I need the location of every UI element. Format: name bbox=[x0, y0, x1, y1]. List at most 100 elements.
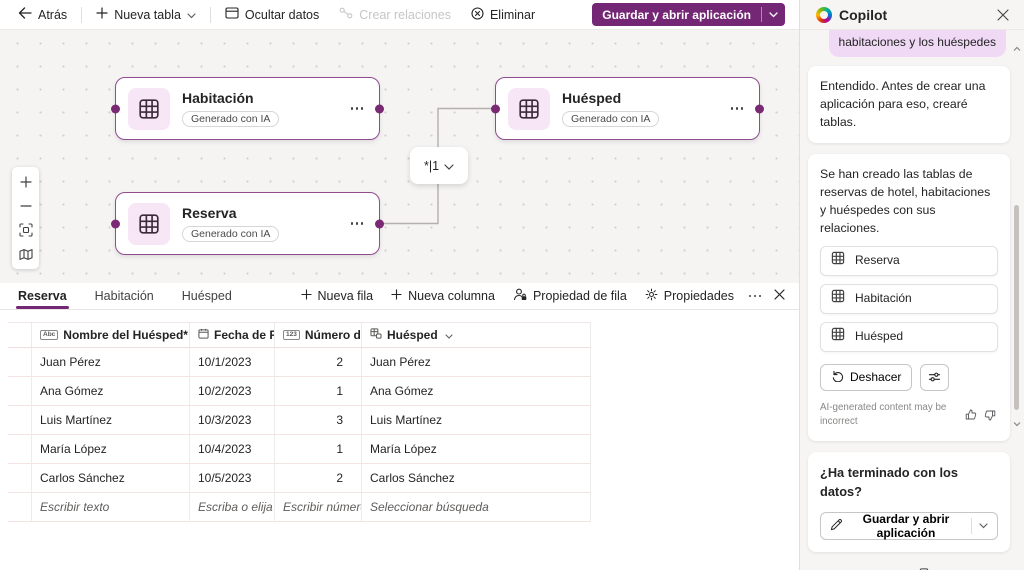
adjust-sliders-button[interactable] bbox=[920, 364, 949, 391]
column-header-fecha[interactable]: Fecha de Re... bbox=[190, 322, 275, 348]
thumbs-down-icon[interactable] bbox=[983, 406, 998, 424]
copilot-close-button[interactable] bbox=[992, 4, 1014, 26]
gear-icon bbox=[645, 288, 658, 304]
new-entry-cell[interactable]: Seleccionar búsqueda bbox=[362, 493, 591, 522]
entity-title: Reserva bbox=[182, 205, 279, 222]
ellipsis-icon bbox=[749, 295, 762, 298]
grid-cell[interactable]: 3 bbox=[275, 406, 362, 435]
new-entry-cell[interactable]: Escribir texto bbox=[32, 493, 190, 522]
new-row-button[interactable]: Nueva fila bbox=[292, 284, 383, 308]
copilot-save-open-app-button[interactable]: Guardar y abrir aplicación bbox=[820, 512, 998, 540]
grid-cell[interactable]: 10/3/2023 bbox=[190, 406, 275, 435]
table-grid-icon bbox=[831, 251, 845, 270]
tab-habitacion[interactable]: Habitación bbox=[85, 283, 164, 309]
zoom-in-button[interactable] bbox=[13, 170, 38, 194]
grid-cell[interactable]: Juan Pérez bbox=[362, 348, 591, 377]
entity-more-button[interactable] bbox=[347, 103, 368, 114]
number-type-icon: 123 bbox=[283, 330, 300, 341]
grid-cell[interactable]: María López bbox=[32, 435, 190, 464]
entity-card-reserva[interactable]: Reserva Generado con IA bbox=[115, 192, 380, 255]
row-selector[interactable] bbox=[8, 348, 32, 377]
table-chip-label: Huésped bbox=[855, 328, 903, 345]
ai-generated-badge: Generado con IA bbox=[562, 111, 659, 127]
user-message-bubble: habitaciones y los huéspedes bbox=[829, 30, 1006, 57]
entity-more-button[interactable] bbox=[727, 103, 748, 114]
connection-port-icon[interactable] bbox=[375, 104, 384, 113]
entity-more-button[interactable] bbox=[347, 218, 368, 229]
connection-port-icon[interactable] bbox=[111, 219, 120, 228]
chevron-down-icon bbox=[445, 328, 453, 342]
grid-cell[interactable]: Carlos Sánchez bbox=[32, 464, 190, 493]
grid-cell[interactable]: 10/5/2023 bbox=[190, 464, 275, 493]
create-relationships-button[interactable]: Crear relaciones bbox=[329, 3, 461, 27]
table-chip-reserva[interactable]: Reserva bbox=[820, 246, 998, 276]
fit-view-button[interactable] bbox=[13, 218, 38, 242]
save-open-app-dropdown[interactable] bbox=[762, 3, 785, 26]
connection-port-icon[interactable] bbox=[755, 104, 764, 113]
new-column-button[interactable]: Nueva columna bbox=[382, 284, 504, 308]
assistant-message-text: Se han creado las tablas de reservas de … bbox=[820, 166, 998, 237]
main-area: Atrás Nueva tabla Ocultar datos Crear re… bbox=[0, 0, 800, 570]
plus-icon bbox=[96, 7, 108, 22]
row-selector[interactable] bbox=[8, 377, 32, 406]
scrollbar-thumb[interactable] bbox=[1014, 205, 1019, 410]
calendar-type-icon bbox=[198, 328, 209, 342]
new-entry-cell[interactable]: Escriba o elija una fech bbox=[190, 493, 275, 522]
grid-cell[interactable]: Luis Martínez bbox=[362, 406, 591, 435]
column-header-nombre[interactable]: Abc Nombre del Huésped* bbox=[32, 322, 190, 348]
erd-canvas[interactable]: Habitación Generado con IA Huésped Gener… bbox=[0, 30, 799, 283]
grid-cell[interactable]: 10/4/2023 bbox=[190, 435, 275, 464]
table-grid-icon bbox=[831, 289, 845, 308]
row-selector[interactable] bbox=[8, 406, 32, 435]
row-property-button[interactable]: Propiedad de fila bbox=[504, 284, 636, 308]
back-button[interactable]: Atrás bbox=[8, 3, 77, 27]
connection-port-icon[interactable] bbox=[111, 104, 120, 113]
panel-close-button[interactable] bbox=[767, 284, 791, 308]
new-entry-cell[interactable]: Escribir número bbox=[275, 493, 362, 522]
column-header-numero[interactable]: 123 Número d... bbox=[275, 322, 362, 348]
grid-cell[interactable]: 2 bbox=[275, 464, 362, 493]
grid-cell[interactable]: Ana Gómez bbox=[362, 377, 591, 406]
map-minimap-button[interactable] bbox=[13, 242, 38, 266]
tab-reserva[interactable]: Reserva bbox=[8, 283, 77, 309]
save-open-app-button[interactable]: Guardar y abrir aplicación bbox=[592, 3, 761, 26]
panel-more-button[interactable] bbox=[743, 284, 767, 308]
grid-cell[interactable]: Carlos Sánchez bbox=[362, 464, 591, 493]
relationship-cardinality-button[interactable]: *|1 bbox=[410, 147, 468, 184]
hide-data-button[interactable]: Ocultar datos bbox=[215, 3, 329, 27]
row-selector[interactable] bbox=[8, 435, 32, 464]
new-table-button[interactable]: Nueva tabla bbox=[86, 3, 206, 27]
row-selector[interactable] bbox=[8, 493, 32, 522]
table-chip-huesped[interactable]: Huésped bbox=[820, 322, 998, 352]
grid-cell[interactable]: 1 bbox=[275, 435, 362, 464]
connection-port-icon[interactable] bbox=[491, 104, 500, 113]
copilot-title: Copilot bbox=[839, 7, 887, 23]
row-selector[interactable] bbox=[8, 464, 32, 493]
entity-card-huesped[interactable]: Huésped Generado con IA bbox=[495, 77, 760, 140]
delete-button[interactable]: Eliminar bbox=[461, 3, 545, 27]
grid-cell[interactable]: 2 bbox=[275, 348, 362, 377]
entity-title: Habitación bbox=[182, 90, 279, 107]
entity-card-habitacion[interactable]: Habitación Generado con IA bbox=[115, 77, 380, 140]
grid-cell[interactable]: 1 bbox=[275, 377, 362, 406]
properties-button[interactable]: Propiedades bbox=[636, 284, 743, 308]
grid-cell[interactable]: 10/2/2023 bbox=[190, 377, 275, 406]
properties-label: Propiedades bbox=[664, 289, 734, 303]
thumbs-up-icon[interactable] bbox=[964, 406, 979, 424]
table-chip-habitacion[interactable]: Habitación bbox=[820, 284, 998, 314]
grid-cell[interactable]: Ana Gómez bbox=[32, 377, 190, 406]
chevron-down-icon[interactable] bbox=[971, 518, 988, 534]
grid-cell[interactable]: Luis Martínez bbox=[32, 406, 190, 435]
copilot-scrollbar[interactable] bbox=[1012, 32, 1022, 570]
tab-huesped[interactable]: Huésped bbox=[172, 283, 242, 309]
grid-cell[interactable]: María López bbox=[362, 435, 591, 464]
scroll-down-icon[interactable] bbox=[1013, 415, 1021, 423]
grid-cell[interactable]: 10/1/2023 bbox=[190, 348, 275, 377]
column-header-huesped[interactable]: Huésped bbox=[362, 322, 591, 348]
connection-port-icon[interactable] bbox=[375, 219, 384, 228]
scroll-up-icon[interactable] bbox=[1013, 40, 1021, 48]
undo-button[interactable]: Deshacer bbox=[820, 364, 912, 391]
undo-label: Deshacer bbox=[850, 370, 901, 384]
zoom-out-button[interactable] bbox=[13, 194, 38, 218]
grid-cell[interactable]: Juan Pérez bbox=[32, 348, 190, 377]
